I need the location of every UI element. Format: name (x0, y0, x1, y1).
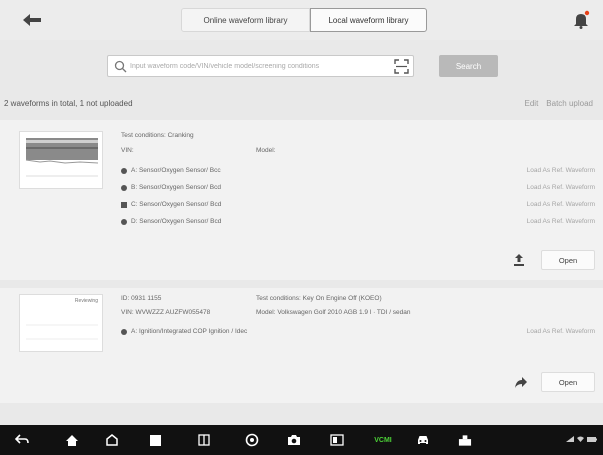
house-icon[interactable] (105, 433, 119, 447)
thumbnail-label: Reviewing (74, 298, 98, 304)
browser-icon[interactable] (245, 433, 259, 447)
load-ref-waveform-link[interactable]: Load As Ref. Waveform (527, 167, 595, 174)
search-button[interactable]: Search (439, 55, 498, 77)
batch-upload-button[interactable]: Batch upload (546, 99, 593, 108)
wifi-icon (577, 436, 584, 442)
stop-icon[interactable] (148, 433, 162, 447)
waveform-count-summary: 2 waveforms in total, 1 not uploaded (4, 99, 133, 108)
channel-a: A: Sensor/Oxygen Sensor/ Bcc (121, 167, 221, 174)
edit-button[interactable]: Edit (525, 99, 539, 108)
bell-icon (574, 10, 590, 29)
channel-a: A: Ignition/Integrated COP Ignition / Id… (121, 328, 247, 335)
channel-dot-icon (121, 167, 127, 174)
library-tabs: Online waveform library Local waveform l… (181, 8, 427, 32)
waveform-id: ID: 0931 1155 (121, 295, 162, 302)
tab-local-waveform-library[interactable]: Local waveform library (310, 8, 427, 32)
home-icon[interactable] (65, 433, 79, 447)
car-icon[interactable] (416, 433, 430, 447)
system-navbar: VCMI (0, 425, 603, 455)
search-icon (114, 60, 127, 73)
back-arrow-icon[interactable] (15, 433, 29, 447)
battery-icon (587, 436, 597, 442)
waveform-card[interactable]: Test conditions: Cranking VIN: Model: A:… (0, 120, 603, 280)
model-label: Model: (256, 147, 276, 154)
open-button[interactable]: Open (541, 250, 595, 270)
back-button[interactable] (14, 8, 50, 32)
recent-apps-icon[interactable] (197, 433, 211, 447)
back-arrow-icon (23, 14, 41, 26)
vin-label: VIN: WVWZZZ AUZFW055478 (121, 309, 211, 316)
signal-icon (566, 436, 574, 442)
load-ref-waveform-link[interactable]: Load As Ref. Waveform (527, 328, 595, 335)
model-label: Model: Volkswagen Golf 2010 AGB 1.9 l · … (256, 309, 411, 316)
test-conditions: Test conditions: Cranking (121, 132, 194, 139)
channel-name: C: Sensor/Oxygen Sensor/ Bcd (131, 201, 222, 208)
share-icon[interactable] (514, 375, 528, 389)
waveform-thumbnail[interactable] (19, 131, 103, 189)
channel-name: A: Ignition/Integrated COP Ignition / Id… (131, 328, 248, 335)
channel-c: C: Sensor/Oxygen Sensor/ Bcd (121, 201, 221, 208)
waveform-card[interactable]: Reviewing ID: 0931 1155 Test conditions:… (0, 288, 603, 403)
tab-online-waveform-library[interactable]: Online waveform library (181, 8, 310, 32)
channel-square-icon (121, 201, 127, 208)
vcmi-icon[interactable]: VCMI (372, 433, 394, 447)
channel-dot-icon (121, 184, 127, 191)
screen-mirror-icon[interactable] (330, 433, 344, 447)
list-actions: Edit Batch upload (525, 99, 594, 108)
scan-icon[interactable] (394, 59, 409, 74)
status-bar-indicators (566, 436, 597, 442)
upload-icon[interactable] (512, 253, 526, 267)
waveform-preview (20, 132, 102, 188)
channel-d: D: Sensor/Oxygen Sensor/ Bcd (121, 218, 221, 225)
load-ref-waveform-link[interactable]: Load As Ref. Waveform (527, 201, 595, 208)
channel-name: B: Sensor/Oxygen Sensor/ Bcd (131, 184, 221, 191)
top-bar: Online waveform library Local waveform l… (0, 0, 603, 40)
channel-b: B: Sensor/Oxygen Sensor/ Bcd (121, 184, 221, 191)
waveform-thumbnail[interactable]: Reviewing (19, 294, 103, 352)
camera-icon[interactable] (287, 433, 301, 447)
search-input[interactable] (130, 59, 386, 74)
load-ref-waveform-link[interactable]: Load As Ref. Waveform (527, 184, 595, 191)
channel-dot-icon (121, 328, 127, 335)
channel-dot-icon (121, 218, 127, 225)
open-button[interactable]: Open (541, 372, 595, 392)
vin-label: VIN: (121, 147, 134, 154)
test-conditions: Test conditions: Key On Engine Off (KOEO… (256, 295, 382, 302)
notification-button[interactable] (571, 10, 591, 30)
channel-name: D: Sensor/Oxygen Sensor/ Bcd (131, 218, 222, 225)
channel-name: A: Sensor/Oxygen Sensor/ Bcc (131, 167, 221, 174)
vcmi-label: VCMI (374, 436, 392, 444)
search-box (107, 55, 414, 77)
load-ref-waveform-link[interactable]: Load As Ref. Waveform (527, 218, 595, 225)
diagnostics-icon[interactable] (458, 433, 472, 447)
